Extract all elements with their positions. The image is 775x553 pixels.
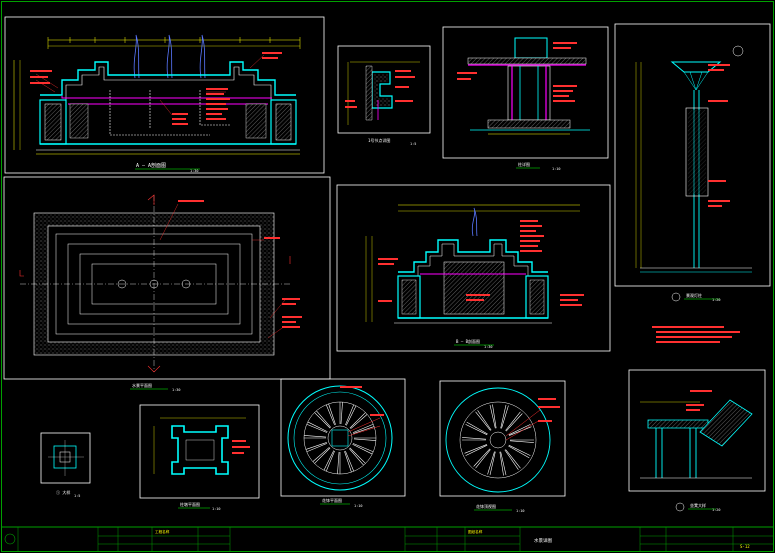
title-block: 工程名称 图纸名称 水景详图 S-12: [2, 526, 773, 552]
plan-scale: 1:30: [172, 388, 180, 392]
plan-caption: 水景平面图: [132, 382, 152, 388]
project-label: 工程名称: [155, 529, 170, 534]
spoke-line: [352, 443, 373, 455]
spoke-line: [462, 437, 487, 440]
spoke-line: [304, 435, 327, 438]
spoke-line: [473, 448, 491, 467]
sheet-number: S-12: [740, 544, 750, 549]
pillar-plan-scale: 1:10: [212, 507, 220, 511]
spoke-line: [505, 411, 521, 431]
lamp-post-caption: 景观灯柱: [686, 292, 702, 298]
mid-section-caption: B – B剖面图: [456, 338, 480, 344]
top-section-drawing: [4, 16, 325, 174]
small-detail-drawing: [40, 432, 91, 484]
round-plan-a-drawing: [280, 378, 406, 505]
small-detail-caption: ① 大样: [56, 489, 70, 495]
top-section-scale: 1:30: [190, 169, 198, 173]
spoke-line: [345, 450, 355, 472]
small-detail-scale: 1:5: [74, 494, 80, 498]
spoke-line: [345, 404, 355, 426]
bench-detail-drawing: [628, 369, 766, 512]
column-section-drawing: [442, 26, 609, 169]
spoke-line: [508, 445, 530, 459]
round-plan-a-scale: 1:10: [354, 504, 362, 508]
drawing-label: 图纸名称: [468, 529, 483, 534]
column-section-caption: 柱详图: [518, 161, 530, 167]
spoke-line: [504, 449, 519, 470]
spoke-line: [312, 446, 330, 462]
lamp-post-scale: 1:20: [712, 298, 720, 302]
bench-detail-scale: 1:20: [712, 508, 720, 512]
spoke-line: [505, 449, 521, 469]
spoke-line: [307, 421, 328, 433]
pillar-plan-drawing: [139, 404, 260, 509]
spoke-line: [314, 447, 331, 464]
spoke-line: [340, 402, 343, 425]
bench-detail-caption: 坐凳大样: [690, 502, 706, 508]
spoke-line: [323, 450, 335, 471]
spoke-line: [477, 410, 492, 431]
spoke-line: [465, 424, 488, 436]
spoke-line: [464, 444, 487, 454]
cad-drawing-sheet: A – A剖面图 1:30 1号节点详图 1:5 柱详图 1:10 景观灯柱 1…: [1, 1, 774, 552]
spoke-line: [345, 405, 357, 426]
top-section-caption: A – A剖面图: [136, 162, 166, 169]
round-plan-b-drawing: [439, 380, 566, 511]
round-plan-b-caption: 花钵顶视图: [476, 503, 496, 509]
spoke-line: [306, 443, 328, 453]
spoke-line: [508, 424, 531, 436]
spoke-line: [350, 414, 368, 430]
spoke-line: [349, 412, 366, 429]
column-section-scale: 1:10: [552, 167, 560, 171]
pillar-plan-caption: 柱墩平面图: [180, 501, 200, 507]
spoke-line: [337, 451, 340, 474]
spoke-line: [505, 413, 523, 432]
round-plan-b-scale: 1:10: [516, 509, 524, 513]
mid-section-drawing: [336, 184, 611, 352]
joint-detail-drawing: [337, 45, 431, 134]
spoke-line: [306, 423, 328, 433]
joint-detail-scale: 1:5: [410, 142, 416, 146]
spoke-line: [314, 412, 331, 429]
spoke-line: [325, 404, 335, 426]
plan-drawing: [3, 176, 331, 390]
mid-section-scale: 1:30: [484, 345, 492, 349]
spoke-line: [353, 438, 376, 441]
general-notes: [652, 326, 740, 343]
spoke-line: [353, 426, 375, 434]
lamp-post-drawing: [614, 23, 771, 302]
spoke-line: [466, 421, 488, 435]
spoke-line: [344, 451, 352, 473]
spoke-line: [305, 442, 327, 450]
spoke-line: [325, 450, 335, 472]
spoke-line: [465, 444, 488, 456]
spoke-line: [509, 440, 534, 443]
spoke-line: [508, 444, 531, 456]
spoke-line: [475, 411, 491, 431]
spoke-line: [349, 447, 366, 464]
spoke-line: [475, 449, 491, 469]
spoke-line: [352, 443, 374, 453]
drawing-name: 水景详图: [534, 537, 552, 544]
spoke-line: [316, 410, 332, 428]
spoke-line: [348, 448, 364, 466]
round-plan-a-caption: 花钵平面图: [322, 497, 342, 503]
spoke-line: [328, 403, 336, 425]
joint-detail-caption: 1号节点详图: [368, 137, 390, 143]
